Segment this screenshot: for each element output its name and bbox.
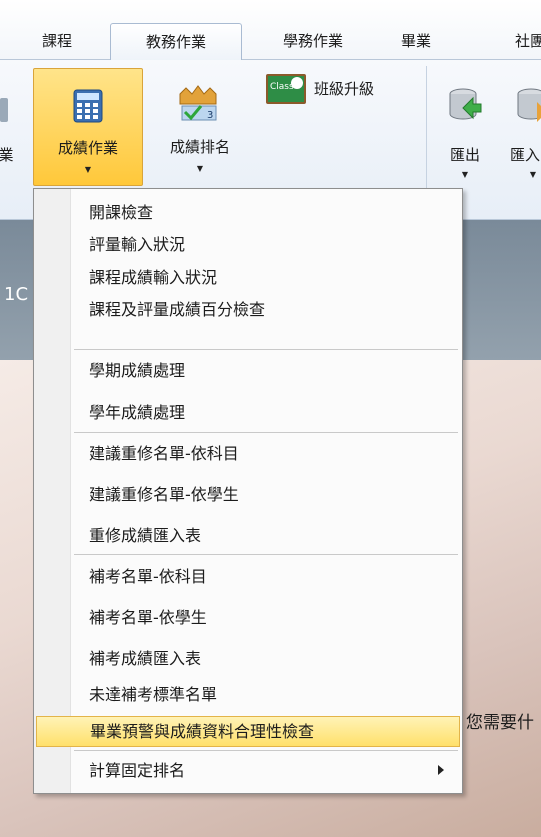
menu-separator (74, 432, 458, 433)
calculator-icon (71, 89, 105, 127)
database-export-icon (447, 86, 483, 126)
database-import-icon (515, 86, 541, 126)
menu-item-year-grade-processing[interactable]: 學年成績處理 (36, 397, 460, 428)
ribbon-tab-bar: 課程 教務作業 學務作業 畢業 社團 (0, 0, 541, 61)
rank-icon-number: 3 (207, 110, 213, 121)
tab-graduation[interactable]: 畢業 (386, 23, 446, 60)
grade-operations-label: 成績作業 (57, 139, 118, 157)
menu-separator (74, 554, 458, 555)
ribbon-button-cut-off[interactable]: 業 (0, 68, 22, 180)
menu-item-makeup-by-student[interactable]: 補考名單-依學生 (36, 602, 460, 633)
class-upgrade-button[interactable]: Class 班級升級 (262, 70, 412, 110)
menu-item-course-check[interactable]: 開課檢查 (36, 197, 460, 228)
grade-operations-button[interactable]: 成績作業 ▼ (33, 68, 143, 186)
tab-course[interactable]: 課程 (22, 23, 92, 60)
menu-separator (74, 750, 458, 751)
menu-item-semester-grade-processing[interactable]: 學期成績處理 (36, 355, 460, 386)
dropdown-arrow-icon: ▼ (84, 165, 92, 174)
menu-item-graduation-warning-check[interactable]: 畢業預警與成績資料合理性檢查 (36, 716, 460, 747)
menu-item-course-grade-input-status[interactable]: 課程成績輸入狀況 (36, 262, 460, 293)
export-button[interactable]: 匯出 ▼ (436, 68, 494, 186)
grade-ranking-button[interactable]: 3 成績排名 ▼ (150, 68, 250, 186)
tab-clubs[interactable]: 社團 (500, 23, 541, 60)
banner-text: 1C (4, 284, 29, 305)
menu-item-retake-by-subject[interactable]: 建議重修名單-依科目 (36, 438, 460, 469)
background-caption: 您需要什 (466, 713, 534, 733)
class-board-icon: Class (266, 74, 306, 104)
menu-item-below-makeup-standard[interactable]: 未達補考標準名單 (36, 679, 460, 710)
dropdown-arrow-icon: ▼ (529, 170, 537, 179)
menu-item-label: 計算固定排名 (89, 761, 186, 780)
grade-operations-menu: 開課檢查 評量輸入狀況 課程成績輸入狀況 課程及評量成績百分檢查 學期成績處理 … (33, 188, 463, 794)
menu-item-assessment-input-status[interactable]: 評量輸入狀況 (36, 229, 460, 260)
partial-icon (0, 98, 8, 122)
ranking-trophy-icon: 3 (176, 84, 224, 126)
dropdown-arrow-icon: ▼ (196, 164, 204, 173)
import-label: 匯入 (510, 146, 541, 164)
dropdown-arrow-icon: ▼ (461, 170, 469, 179)
grade-ranking-label: 成績排名 (169, 138, 230, 156)
menu-item-percentage-check[interactable]: 課程及評量成績百分檢查 (36, 294, 460, 325)
menu-item-calculate-fixed-ranking[interactable]: 計算固定排名 (36, 755, 460, 786)
class-upgrade-label: 班級升級 (314, 80, 375, 98)
menu-separator (74, 349, 458, 350)
arrow-up-badge-icon (291, 77, 303, 89)
ribbon-button-label: 業 (0, 146, 14, 164)
menu-item-retake-grade-import[interactable]: 重修成績匯入表 (36, 520, 460, 551)
menu-item-retake-by-student[interactable]: 建議重修名單-依學生 (36, 479, 460, 510)
menu-item-makeup-by-subject[interactable]: 補考名單-依科目 (36, 561, 460, 592)
tab-academic-affairs[interactable]: 教務作業 (110, 23, 242, 61)
submenu-arrow-icon (438, 765, 444, 775)
export-label: 匯出 (449, 146, 480, 164)
import-button[interactable]: 匯入 ▼ (504, 68, 541, 186)
tab-student-affairs[interactable]: 學務作業 (258, 23, 368, 60)
menu-item-makeup-grade-import[interactable]: 補考成績匯入表 (36, 643, 460, 674)
